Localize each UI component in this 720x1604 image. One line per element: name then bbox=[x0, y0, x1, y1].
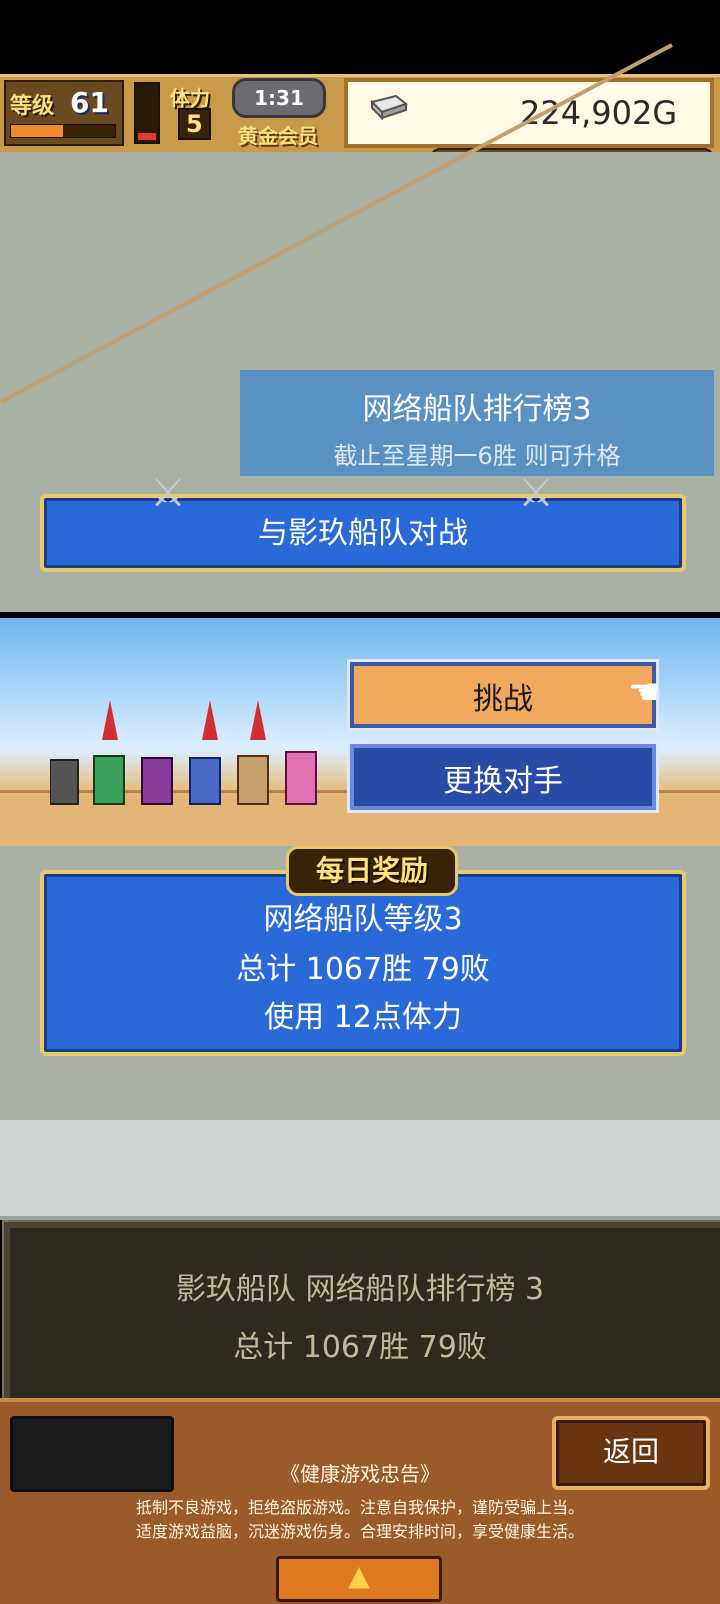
gold-bar-icon bbox=[370, 94, 408, 120]
health-notice-line: 抵制不良游戏，拒绝盗版游戏。注意自我保护，谨防受骗上当。 bbox=[135, 1498, 584, 1517]
reward-record: 总计 1067胜 79败 bbox=[236, 952, 490, 987]
challenge-label: 挑战 bbox=[473, 682, 533, 717]
stamina-value: 5 bbox=[178, 108, 211, 140]
up-arrow-icon: ▲ bbox=[348, 1559, 370, 1592]
membership-badge[interactable]: 黄金会员 bbox=[238, 120, 318, 149]
info-box bbox=[2, 1220, 720, 1406]
level-value: 61 bbox=[70, 86, 109, 119]
exp-bar bbox=[10, 124, 116, 138]
level-label: 等级 bbox=[10, 94, 55, 119]
stamina-gauge bbox=[134, 82, 160, 144]
stamina-gauge-fill bbox=[138, 133, 156, 140]
stamina-timer: 1:31 bbox=[232, 78, 326, 118]
ranking-subtitle: 截止至星期一6胜 则可升格 bbox=[333, 442, 621, 470]
stamina-label: 体力 bbox=[170, 86, 210, 110]
exp-bar-fill bbox=[11, 125, 63, 137]
reward-stamina-cost: 使用 12点体力 bbox=[264, 1000, 462, 1035]
info-record: 总计 1067胜 79败 bbox=[233, 1330, 487, 1365]
ranking-title: 网络船队排行榜3 bbox=[362, 392, 592, 427]
reward-fleet-level: 网络船队等级3 bbox=[263, 902, 463, 937]
change-opponent-label: 更换对手 bbox=[443, 764, 563, 799]
info-fleet-ranking: 影玖船队 网络船队排行榜 3 bbox=[175, 1272, 545, 1307]
cloud-band bbox=[0, 1120, 720, 1220]
hand-pointer-icon: ☚ bbox=[628, 672, 661, 713]
crew-group-icon bbox=[50, 700, 317, 805]
health-notice-title: 《健康游戏忠告》 bbox=[280, 1462, 440, 1486]
health-notice-line: 适度游戏益脑，沉迷游戏伤身。合理安排时间，享受健康生活。 bbox=[135, 1522, 584, 1541]
daily-reward-badge: 每日奖励 bbox=[286, 846, 458, 896]
battle-shadow-fleet-label: 与影玖船队对战 bbox=[258, 516, 468, 551]
